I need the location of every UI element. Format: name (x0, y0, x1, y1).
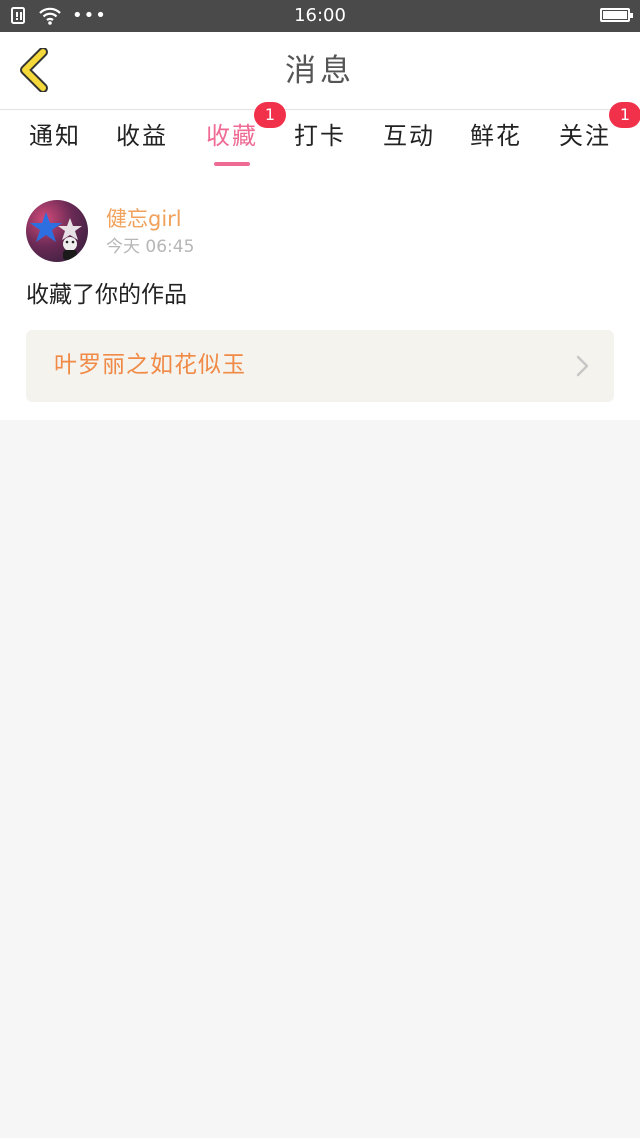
tab-earnings[interactable]: 收益 (102, 110, 182, 166)
username-link[interactable]: 健忘girl (106, 206, 182, 232)
message-item: 健忘girl 今天 06:45 收藏了你的作品 叶罗丽之如花似玉 (0, 166, 640, 420)
work-card[interactable]: 叶罗丽之如花似玉 (26, 330, 614, 402)
tab-label: 通知 (29, 122, 81, 150)
avatar[interactable] (26, 200, 88, 262)
message-timestamp: 今天 06:45 (106, 237, 195, 257)
tab-label: 收益 (116, 122, 168, 150)
tab-notifications[interactable]: 通知 (15, 110, 95, 166)
tab-interactions[interactable]: 互动 (369, 110, 449, 166)
message-tabs: 通知 收益 收藏 1 打卡 互动 鲜花 关注 1 (0, 102, 640, 166)
tab-label: 打卡 (294, 122, 346, 150)
work-title: 叶罗丽之如花似玉 (54, 352, 246, 378)
tab-follows[interactable]: 关注 1 (545, 102, 640, 166)
tab-label: 互动 (383, 122, 435, 150)
chevron-right-icon (576, 355, 589, 377)
app-screen: ••• 16:00 消息 通知 收益 收藏 1 打卡 互动 鲜花 关注 1 健忘… (0, 0, 640, 1138)
tab-favorites[interactable]: 收藏 1 (192, 102, 286, 166)
avatar-image (30, 212, 82, 260)
battery-icon (600, 8, 633, 22)
status-bar-time: 16:00 (294, 5, 346, 26)
tab-badge: 1 (609, 102, 640, 128)
header-bar: 消息 (0, 32, 640, 110)
tab-flowers[interactable]: 鲜花 (456, 110, 536, 166)
battery-level (603, 11, 627, 19)
status-bar: ••• 16:00 (0, 0, 640, 32)
message-action-text: 收藏了你的作品 (26, 282, 187, 308)
tab-label: 关注 (559, 122, 611, 150)
tab-label: 鲜花 (470, 122, 522, 150)
page-title: 消息 (285, 53, 355, 89)
tab-check-in[interactable]: 打卡 (280, 110, 360, 166)
